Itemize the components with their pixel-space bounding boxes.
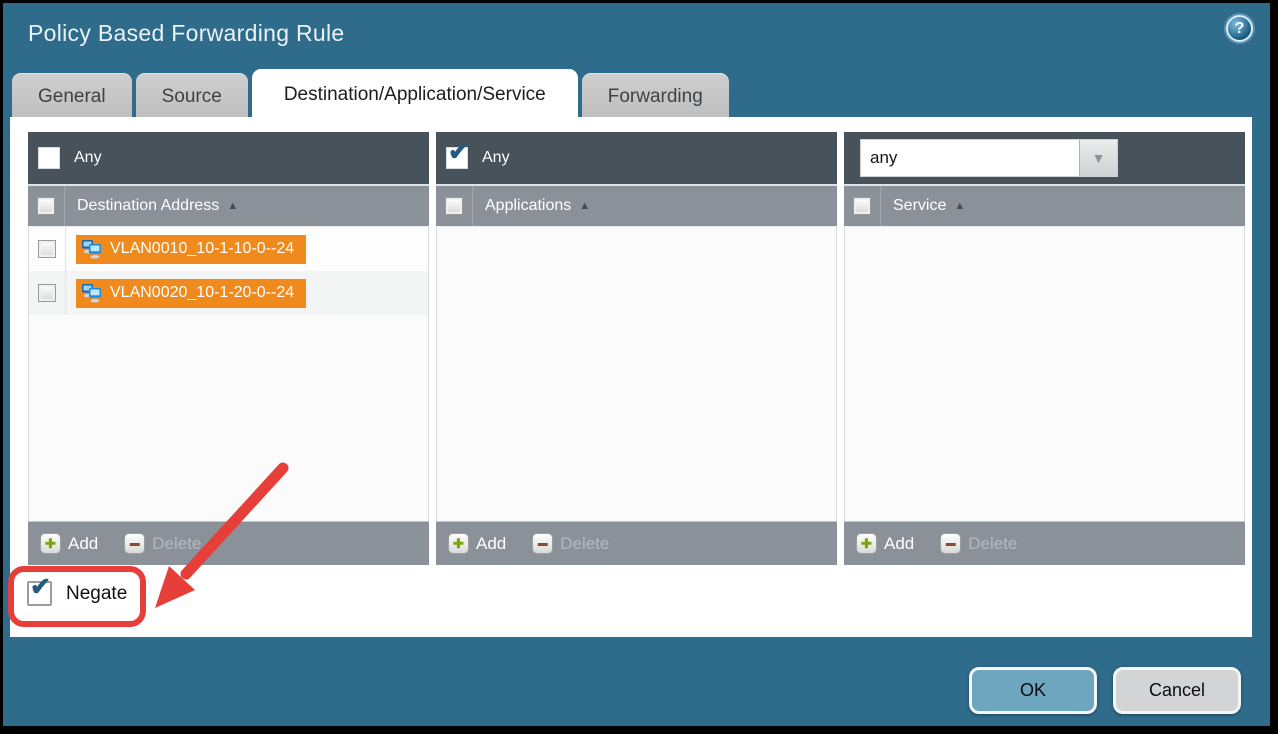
add-icon: ✚ <box>40 533 61 554</box>
check-icon: ✔ <box>448 140 469 165</box>
check-icon: ✔ <box>30 575 51 600</box>
destination-any-label: Any <box>74 149 102 167</box>
service-column: any ▼ Service ▲ ✚ <box>844 132 1245 565</box>
service-column-header[interactable]: Service ▲ <box>893 197 965 215</box>
table-row: VLAN0020_10-1-20-0--24 <box>29 271 428 315</box>
help-icon[interactable]: ? <box>1226 15 1253 42</box>
row-checkbox[interactable] <box>38 284 56 302</box>
tab-destination-application-service[interactable]: Destination/Application/Service <box>252 69 578 121</box>
applications-any-label: Any <box>482 149 510 167</box>
applications-footer: ✚ Add ▬ Delete <box>436 521 837 565</box>
applications-any-checkbox[interactable]: ✔ <box>446 147 468 169</box>
delete-button-label: Delete <box>968 534 1017 554</box>
applications-any-bar: ✔ Any <box>436 132 837 184</box>
service-add-button[interactable]: ✚ Add <box>856 533 914 554</box>
negate-label: Negate <box>66 583 127 605</box>
applications-header-row: Applications ▲ <box>436 184 837 227</box>
destination-footer: ✚ Add ▬ Delete <box>28 521 429 565</box>
table-row: VLAN0010_10-1-10-0--24 <box>29 227 428 271</box>
sort-asc-icon: ▲ <box>227 200 238 212</box>
sort-asc-icon: ▲ <box>579 200 590 212</box>
row-checkbox[interactable] <box>38 240 56 258</box>
service-footer: ✚ Add ▬ Delete <box>844 521 1245 565</box>
address-object-chip[interactable]: VLAN0020_10-1-20-0--24 <box>76 279 306 308</box>
applications-select-all-checkbox[interactable] <box>445 197 463 215</box>
service-header-label: Service <box>893 197 946 215</box>
delete-icon: ▬ <box>940 533 961 554</box>
delete-button-label: Delete <box>152 534 201 554</box>
applications-list <box>436 227 837 521</box>
negate-checkbox[interactable]: ✔ <box>27 581 52 606</box>
network-icon <box>81 239 103 259</box>
delete-button-label: Delete <box>560 534 609 554</box>
add-button-label: Add <box>476 534 506 554</box>
applications-column: ✔ Any Applications ▲ ✚ Add <box>436 132 837 565</box>
destination-column: ✔ Any Destination Address ▲ <box>28 132 429 565</box>
destination-header-row: Destination Address ▲ <box>28 184 429 227</box>
destination-any-checkbox[interactable]: ✔ <box>38 147 60 169</box>
destination-header-label: Destination Address <box>77 197 219 215</box>
add-icon: ✚ <box>448 533 469 554</box>
page-title: Policy Based Forwarding Rule <box>28 20 345 47</box>
tab-general[interactable]: General <box>12 73 132 121</box>
address-object-label: VLAN0010_10-1-10-0--24 <box>110 240 294 258</box>
chevron-down-icon: ▼ <box>1092 150 1106 166</box>
destination-select-all-checkbox[interactable] <box>37 197 55 215</box>
policy-based-forwarding-dialog: Policy Based Forwarding Rule ? General S… <box>3 3 1270 726</box>
destination-list: VLAN0010_10-1-10-0--24 <box>28 227 429 521</box>
applications-add-button[interactable]: ✚ Add <box>448 533 506 554</box>
add-button-label: Add <box>68 534 98 554</box>
destination-any-bar: ✔ Any <box>28 132 429 184</box>
destination-delete-button[interactable]: ▬ Delete <box>124 533 201 554</box>
destination-add-button[interactable]: ✚ Add <box>40 533 98 554</box>
service-dropdown-value[interactable]: any <box>861 140 1079 176</box>
applications-column-header[interactable]: Applications ▲ <box>485 197 590 215</box>
tab-bar: General Source Destination/Application/S… <box>12 69 729 121</box>
service-select-all-checkbox[interactable] <box>853 197 871 215</box>
add-icon: ✚ <box>856 533 877 554</box>
service-header-row: Service ▲ <box>844 184 1245 227</box>
service-dropdown[interactable]: any ▼ <box>860 139 1118 177</box>
tab-forwarding[interactable]: Forwarding <box>582 73 729 121</box>
address-object-label: VLAN0020_10-1-20-0--24 <box>110 284 294 302</box>
destination-column-header[interactable]: Destination Address ▲ <box>77 197 238 215</box>
applications-header-label: Applications <box>485 197 571 215</box>
negate-row: ✔ Negate <box>27 581 127 606</box>
tab-source[interactable]: Source <box>136 73 248 121</box>
address-object-chip[interactable]: VLAN0010_10-1-10-0--24 <box>76 235 306 264</box>
delete-icon: ▬ <box>124 533 145 554</box>
applications-delete-button[interactable]: ▬ Delete <box>532 533 609 554</box>
service-delete-button[interactable]: ▬ Delete <box>940 533 1017 554</box>
service-dropdown-bar: any ▼ <box>844 132 1245 184</box>
service-dropdown-button[interactable]: ▼ <box>1079 140 1117 176</box>
ok-button[interactable]: OK <box>969 667 1097 714</box>
sort-asc-icon: ▲ <box>954 200 965 212</box>
add-button-label: Add <box>884 534 914 554</box>
service-list <box>844 227 1245 521</box>
cancel-button[interactable]: Cancel <box>1113 667 1241 714</box>
tab-content-panel: ✔ Any Destination Address ▲ <box>10 117 1252 637</box>
network-icon <box>81 283 103 303</box>
delete-icon: ▬ <box>532 533 553 554</box>
